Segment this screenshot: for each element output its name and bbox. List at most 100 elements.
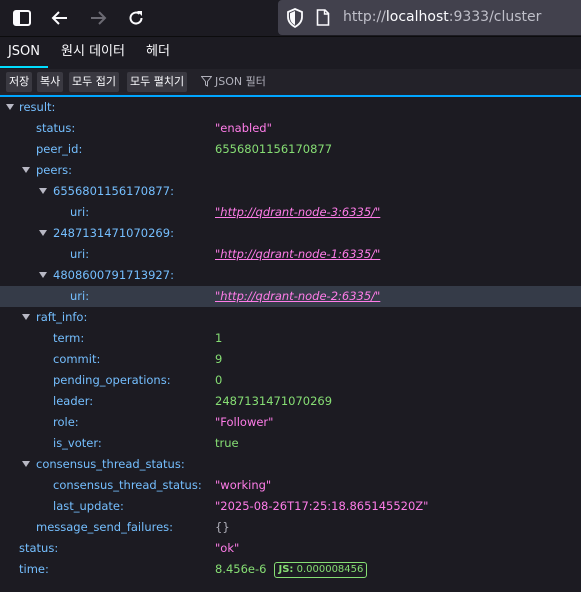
- tree-row-commit[interactable]: commit: 9: [0, 349, 581, 370]
- expand-all-button[interactable]: 모두 펼치기: [127, 72, 188, 92]
- tree-row-peer-id[interactable]: peer_id: 6556801156170877: [0, 139, 581, 160]
- reload-icon: [129, 11, 143, 25]
- tree-row-cts-status[interactable]: consensus_thread_status: "working": [0, 475, 581, 496]
- tree-row-time[interactable]: time: 8.456e-6 JS: 0.000008456: [0, 559, 581, 580]
- page-icon[interactable]: [316, 9, 330, 26]
- json-value: "enabled": [215, 121, 272, 135]
- sidebar-toggle-button[interactable]: [8, 4, 36, 32]
- time-value: 8.456e-6: [215, 562, 267, 576]
- json-key: uri:: [70, 289, 90, 303]
- json-key: uri:: [70, 247, 90, 261]
- json-key: time:: [19, 562, 49, 576]
- json-key: status:: [36, 121, 76, 135]
- json-value: true: [215, 436, 239, 450]
- json-filter-input[interactable]: JSON 필터: [200, 72, 266, 92]
- json-value: 6556801156170877: [215, 142, 333, 156]
- json-value: "Follower": [215, 415, 274, 429]
- expand-arrow-icon[interactable]: [22, 461, 30, 467]
- sidebar-icon: [13, 10, 31, 26]
- json-key: raft_info:: [36, 310, 88, 324]
- json-key: term:: [53, 331, 85, 345]
- tree-row-is-voter[interactable]: is_voter: true: [0, 433, 581, 454]
- json-key: 4808600791713927:: [53, 268, 174, 282]
- tree-row-message-send-failures[interactable]: message_send_failures: {}: [0, 517, 581, 538]
- json-action-bar: 저장 복사 모두 접기 모두 펼치기 JSON 필터: [0, 69, 581, 97]
- json-link-value[interactable]: "http://qdrant-node-2:6335/": [215, 289, 380, 303]
- tree-row-result[interactable]: result:: [0, 97, 581, 118]
- json-link-value[interactable]: "http://qdrant-node-1:6335/": [215, 247, 380, 261]
- json-value: 2487131471070269: [215, 394, 333, 408]
- json-key: role:: [53, 415, 79, 429]
- tree-row-consensus-thread-status[interactable]: consensus_thread_status:: [0, 454, 581, 475]
- json-value: 9: [215, 352, 223, 366]
- tree-row-role[interactable]: role: "Follower": [0, 412, 581, 433]
- json-value: "working": [215, 478, 272, 492]
- save-button[interactable]: 저장: [6, 72, 33, 92]
- url-prefix: http://: [343, 9, 386, 25]
- json-key: pending_operations:: [53, 373, 171, 387]
- tree-row-status[interactable]: status: "enabled": [0, 118, 581, 139]
- url-bar[interactable]: http://localhost:9333/cluster: [278, 0, 581, 35]
- url-path: :9333/cluster: [448, 9, 542, 25]
- tree-row-top-status[interactable]: status: "ok": [0, 538, 581, 559]
- tree-row-last-update[interactable]: last_update: "2025-08-26T17:25:18.865145…: [0, 496, 581, 517]
- filter-icon: [200, 76, 213, 87]
- forward-button[interactable]: [84, 4, 112, 32]
- json-value: 1: [215, 331, 223, 345]
- json-key: result:: [19, 100, 56, 114]
- json-value: "2025-08-26T17:25:18.865145520Z": [215, 499, 429, 513]
- expand-arrow-icon[interactable]: [39, 272, 47, 278]
- tree-row-term[interactable]: term: 1: [0, 328, 581, 349]
- url-text[interactable]: http://localhost:9333/cluster: [343, 9, 541, 25]
- json-key: message_send_failures:: [36, 520, 174, 534]
- json-key: peers:: [36, 163, 73, 177]
- tree-row-peer-3[interactable]: 4808600791713927:: [0, 265, 581, 286]
- expand-arrow-icon[interactable]: [39, 230, 47, 236]
- json-key: consensus_thread_status:: [36, 457, 185, 471]
- json-key: leader:: [53, 394, 94, 408]
- json-key: peer_id:: [36, 142, 83, 156]
- tab-headers[interactable]: 헤더: [138, 38, 178, 66]
- copy-button[interactable]: 복사: [37, 72, 64, 92]
- tab-json[interactable]: JSON: [0, 38, 48, 68]
- json-key: is_voter:: [53, 436, 102, 450]
- tree-row-leader[interactable]: leader: 2487131471070269: [0, 391, 581, 412]
- back-button[interactable]: [46, 4, 74, 32]
- shield-icon[interactable]: [286, 8, 304, 28]
- url-host: localhost: [385, 9, 449, 25]
- tree-row-peer-1-uri[interactable]: uri: "http://qdrant-node-3:6335/": [0, 202, 581, 223]
- json-link-value[interactable]: "http://qdrant-node-3:6335/": [215, 205, 380, 219]
- tab-raw-data[interactable]: 원시 데이터: [53, 38, 133, 66]
- json-key: 6556801156170877:: [53, 184, 174, 198]
- tree-row-peer-3-uri[interactable]: uri: "http://qdrant-node-2:6335/": [0, 286, 581, 307]
- tree-row-pending-operations[interactable]: pending_operations: 0: [0, 370, 581, 391]
- arrow-left-icon: [51, 11, 67, 25]
- json-key: last_update:: [53, 499, 124, 513]
- tree-row-peers[interactable]: peers:: [0, 160, 581, 181]
- expand-arrow-icon[interactable]: [22, 314, 30, 320]
- js-badge-label: JS:: [278, 564, 294, 575]
- expand-arrow-icon[interactable]: [39, 188, 47, 194]
- json-value: 8.456e-6 JS: 0.000008456: [215, 562, 368, 578]
- tree-row-peer-2[interactable]: 2487131471070269:: [0, 223, 581, 244]
- expand-arrow-icon[interactable]: [22, 167, 30, 173]
- arrow-right-icon: [91, 11, 107, 25]
- tree-row-peer-2-uri[interactable]: uri: "http://qdrant-node-1:6335/": [0, 244, 581, 265]
- json-value: {}: [215, 520, 230, 534]
- json-key: commit:: [53, 352, 101, 366]
- js-badge-value: 0.000008456: [296, 564, 364, 575]
- js-number-badge: JS: 0.000008456: [274, 562, 368, 578]
- tree-row-peer-1[interactable]: 6556801156170877:: [0, 181, 581, 202]
- json-key: uri:: [70, 205, 90, 219]
- viewer-tabs: JSON 원시 데이터 헤더: [0, 38, 581, 68]
- collapse-all-button[interactable]: 모두 접기: [69, 72, 119, 92]
- json-value: "ok": [215, 541, 240, 555]
- json-value: 0: [215, 373, 223, 387]
- reload-button[interactable]: [122, 4, 150, 32]
- json-key: status:: [19, 541, 59, 555]
- expand-arrow-icon[interactable]: [6, 104, 14, 110]
- browser-toolbar: http://localhost:9333/cluster: [0, 0, 581, 37]
- filter-placeholder: JSON 필터: [215, 75, 266, 88]
- tree-row-raft-info[interactable]: raft_info:: [0, 307, 581, 328]
- json-key: consensus_thread_status:: [53, 478, 202, 492]
